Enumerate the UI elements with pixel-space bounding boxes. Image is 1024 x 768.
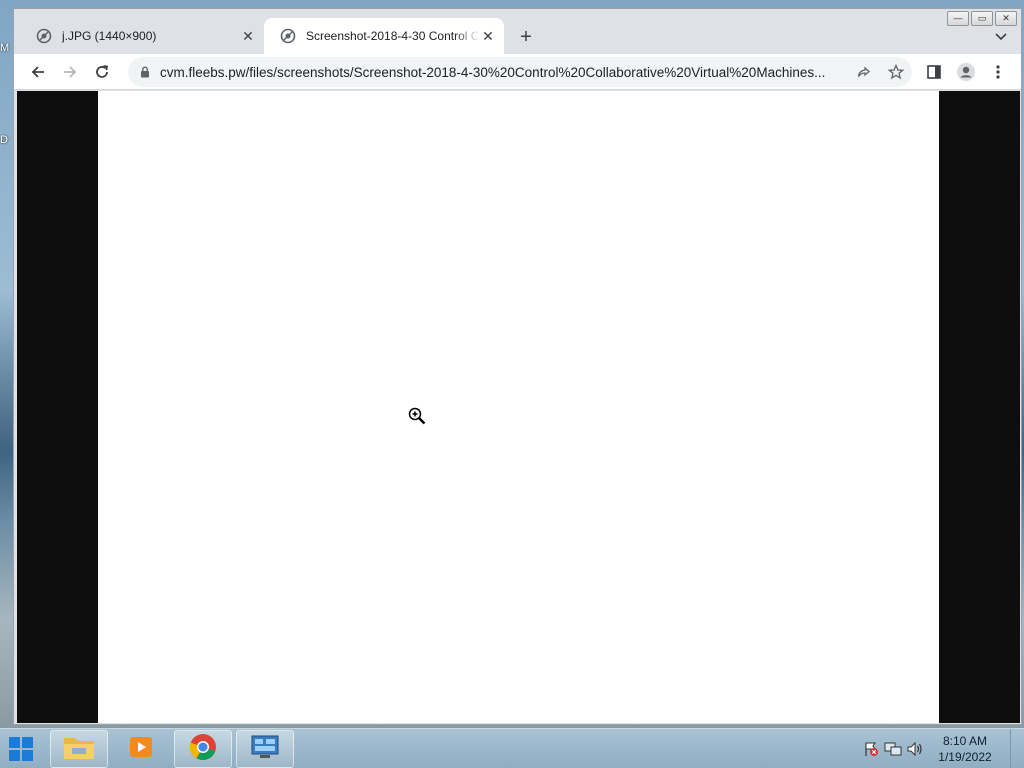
more-menu-icon[interactable] — [986, 60, 1010, 84]
back-arrow-icon[interactable] — [26, 60, 50, 84]
tab-close-icon[interactable]: ✕ — [480, 28, 496, 44]
image-favicon-icon — [280, 28, 296, 44]
browser-window: j.JPG (1440×900) ✕ Screenshot-2018-4-30 … — [13, 8, 1022, 725]
taskbar-chrome[interactable] — [174, 730, 232, 768]
profile-avatar-icon[interactable] — [954, 60, 978, 84]
maximize-button[interactable]: ▭ — [971, 11, 993, 26]
tab-screenshot[interactable]: Screenshot-2018-4-30 Control Collaborati… — [264, 18, 504, 54]
image-favicon-icon — [36, 28, 52, 44]
system-tray: 8:10 AM 1/19/2022 — [860, 729, 1024, 768]
taskbar-media-player[interactable] — [112, 730, 170, 768]
clock[interactable]: 8:10 AM 1/19/2022 — [926, 733, 1004, 765]
volume-icon[interactable] — [904, 739, 926, 759]
share-icon[interactable] — [848, 57, 880, 87]
new-tab-button[interactable]: + — [514, 25, 538, 49]
address-bar[interactable]: cvm.fleebs.pw/files/screenshots/Screensh… — [128, 57, 912, 87]
window-controls: — ▭ ✕ — [947, 11, 1017, 26]
control-panel-icon — [250, 734, 280, 765]
displayed-image[interactable] — [98, 91, 939, 723]
page-viewport — [17, 91, 1020, 723]
taskbar: 8:10 AM 1/19/2022 — [0, 728, 1024, 768]
tab-j-jpg[interactable]: j.JPG (1440×900) ✕ — [20, 18, 264, 54]
lock-icon[interactable] — [130, 66, 160, 78]
zoom-in-cursor-icon — [408, 407, 426, 425]
minimize-button[interactable]: — — [947, 11, 969, 26]
media-player-icon — [128, 734, 154, 765]
reload-icon[interactable] — [90, 60, 114, 84]
side-panel-icon[interactable] — [922, 60, 946, 84]
desktop-icon-label[interactable]: D — [0, 134, 14, 146]
forward-arrow-icon[interactable] — [58, 60, 82, 84]
start-button[interactable] — [2, 731, 40, 767]
chevron-down-icon[interactable] — [991, 27, 1011, 47]
chrome-icon — [189, 733, 217, 766]
taskbar-file-explorer[interactable] — [50, 730, 108, 768]
url-text[interactable]: cvm.fleebs.pw/files/screenshots/Screensh… — [160, 65, 848, 80]
action-center-flag-icon[interactable] — [860, 739, 882, 759]
taskbar-control-panel[interactable] — [236, 730, 294, 768]
tab-strip: j.JPG (1440×900) ✕ Screenshot-2018-4-30 … — [14, 9, 1021, 54]
folder-icon — [63, 734, 95, 765]
close-button[interactable]: ✕ — [995, 11, 1017, 26]
clock-time: 8:10 AM — [942, 734, 988, 748]
bookmark-star-icon[interactable] — [880, 57, 912, 87]
tab-title: Screenshot-2018-4-30 Control Collaborati… — [306, 29, 480, 43]
network-icon[interactable] — [882, 739, 904, 759]
desktop-icon-label[interactable]: M — [0, 42, 14, 54]
tab-close-icon[interactable]: ✕ — [240, 28, 256, 44]
show-desktop-button[interactable] — [1010, 729, 1024, 768]
browser-toolbar: cvm.fleebs.pw/files/screenshots/Screensh… — [14, 54, 1021, 90]
clock-date: 1/19/2022 — [938, 750, 992, 764]
tab-title: j.JPG (1440×900) — [62, 29, 157, 43]
